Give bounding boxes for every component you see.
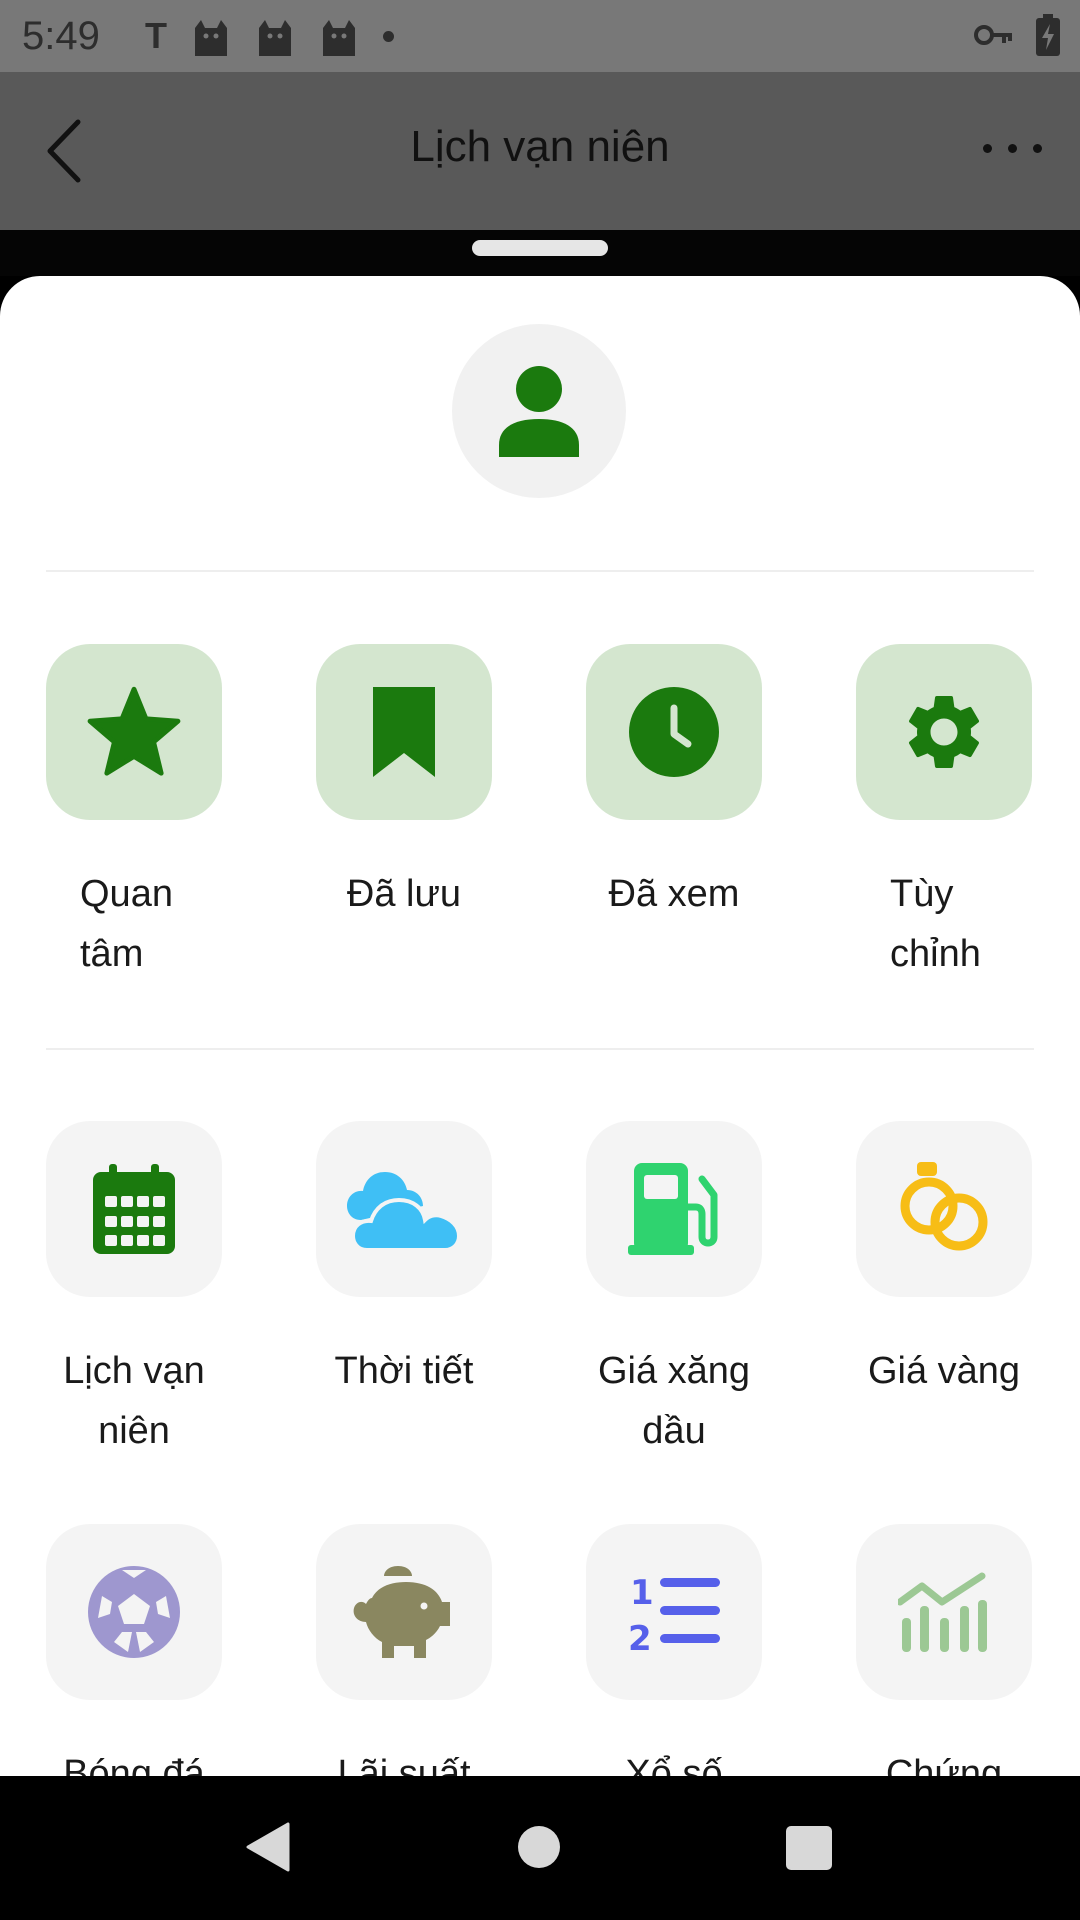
cloud-icon	[347, 1172, 461, 1252]
rings-icon	[900, 1162, 988, 1251]
calendar-icon	[93, 1164, 175, 1254]
tile-tuy-chinh[interactable]: Tùy chỉnh	[856, 644, 1032, 984]
status-bar: 5:49 T	[0, 0, 1080, 72]
tile-bong-da[interactable]: Bóng đá	[46, 1524, 222, 1776]
tile-quan-tam[interactable]: Quan tâm	[46, 644, 222, 984]
cat-icon	[323, 20, 355, 56]
clock-icon	[629, 687, 719, 777]
tile-lich-van-nien[interactable]: Lịch vạn niên	[46, 1121, 222, 1461]
divider	[46, 1048, 1034, 1050]
tile-da-luu[interactable]: Đã lưu	[316, 644, 492, 924]
cat-icon	[259, 20, 291, 56]
tile-thoi-tiet[interactable]: Thời tiết	[316, 1121, 492, 1401]
tile-da-xem[interactable]: Đã xem	[586, 644, 762, 924]
nav-back-icon[interactable]	[244, 1822, 290, 1872]
divider	[46, 570, 1034, 572]
system-navigation-bar	[0, 1776, 1080, 1920]
soccer-ball-icon	[88, 1566, 180, 1658]
vpn-key-icon	[974, 25, 1012, 45]
tile-lai-suat[interactable]: Lãi suất	[316, 1524, 492, 1776]
gear-icon	[908, 696, 980, 768]
battery-charging-icon	[1036, 14, 1060, 56]
dot-icon	[383, 30, 394, 42]
svg-text:1: 1	[630, 1573, 654, 1613]
fuel-pump-icon	[628, 1163, 718, 1255]
bottom-sheet: Quan tâm Đã lưu Đã xem Tùy chỉnh Lịch vạ…	[0, 276, 1080, 1776]
tile-gia-vang[interactable]: Giá vàng	[856, 1121, 1032, 1401]
page-title: Lịch vạn niên	[410, 122, 670, 171]
user-icon	[499, 366, 579, 457]
nav-recents-icon[interactable]	[786, 1826, 832, 1870]
system-icons	[974, 14, 1060, 56]
tile-gia-xang-dau[interactable]: Giá xăng dầu	[586, 1121, 762, 1461]
tile-xo-so[interactable]: 12 Xổ số	[586, 1524, 762, 1776]
avatar[interactable]	[452, 324, 626, 498]
cat-icon	[195, 20, 227, 56]
svg-text:2: 2	[628, 1619, 652, 1652]
sheet-drag-handle[interactable]	[472, 240, 608, 256]
star-icon	[87, 686, 181, 776]
more-horizontal-icon[interactable]	[983, 144, 1042, 153]
numbered-list-icon: 12	[628, 1573, 720, 1652]
tile-chung-khoan[interactable]: Chứng	[856, 1524, 1032, 1776]
stock-chart-icon	[898, 1572, 987, 1652]
app-bar: Lịch vạn niên	[0, 72, 1080, 230]
notification-icons: T	[145, 15, 394, 56]
bookmark-icon	[373, 687, 435, 777]
piggy-bank-icon	[353, 1566, 450, 1658]
nav-home-icon[interactable]	[518, 1826, 560, 1868]
t-icon: T	[145, 15, 167, 56]
status-time: 5:49	[22, 14, 100, 58]
